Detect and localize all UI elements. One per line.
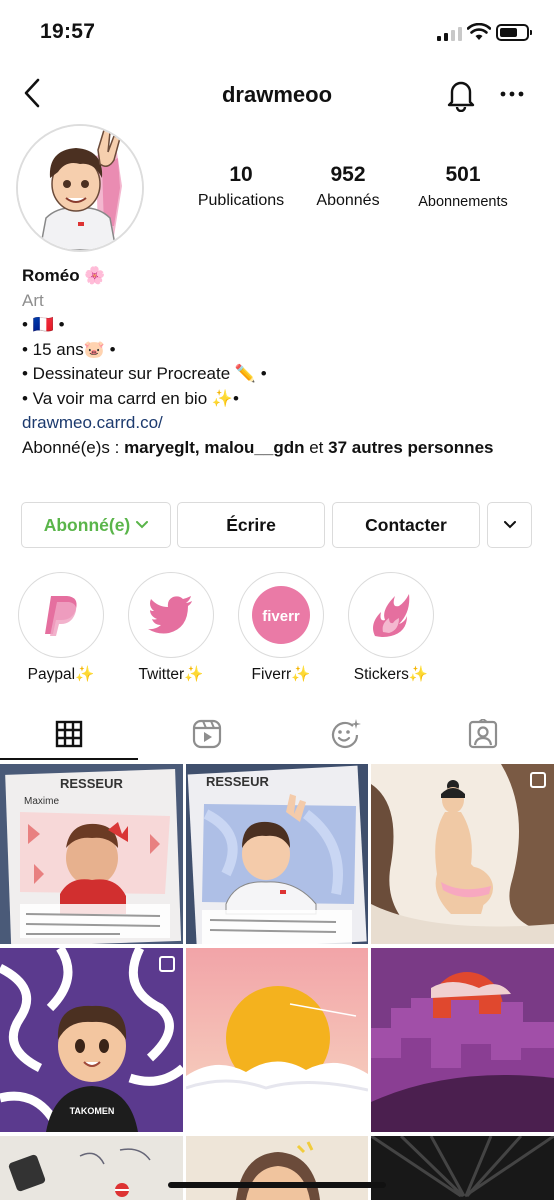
following-button[interactable]: Abonné(e) — [21, 502, 171, 548]
highlight-circle — [128, 572, 214, 658]
active-tab-indicator — [0, 758, 138, 760]
following-button-label: Abonné(e) — [43, 514, 131, 535]
post-thumbnail[interactable] — [371, 948, 554, 1132]
status-bar: 19:57 — [0, 0, 554, 64]
post-thumbnail[interactable]: RESSEUR Maxime — [0, 764, 183, 944]
following-count[interactable]: 501 Abonnements — [400, 163, 526, 210]
fire-icon — [373, 594, 410, 637]
wifi-icon — [467, 23, 491, 40]
chevron-down-icon — [136, 521, 149, 529]
highlight-label-text: Stickers — [353, 666, 409, 683]
tab-tagged[interactable] — [414, 708, 552, 760]
bell-icon[interactable] — [444, 76, 478, 112]
highlight-paypal[interactable]: Paypal✨ — [16, 572, 106, 684]
highlight-label: Stickers✨ — [346, 665, 436, 684]
story-highlights: Paypal✨ Twitter✨ fiverr Fiverr✨ Stickers… — [0, 572, 554, 687]
highlight-label-text: Twitter — [138, 666, 185, 683]
following-count-value: 501 — [445, 163, 481, 186]
post-thumbnail[interactable]: TAKOMEN — [0, 948, 183, 1132]
posts-count-label: Publications — [197, 192, 285, 209]
profile-tabs — [0, 708, 554, 760]
followed-by-users: maryeglt, malou__gdn — [124, 437, 305, 457]
post-thumbnail[interactable] — [371, 1136, 554, 1200]
profile-stats: 10 Publications 952 Abonnés 501 Abonneme… — [186, 163, 526, 210]
post-card-header: RESSEUR — [206, 774, 269, 789]
posts-count[interactable]: 10 Publications — [186, 163, 296, 210]
profile-bio: Roméo 🌸 Art • 🇫🇷 • • 15 ans🐷 • • Dessina… — [22, 264, 542, 460]
grid-icon — [55, 720, 83, 748]
highlight-stickers[interactable]: Stickers✨ — [346, 572, 436, 684]
highlight-circle — [348, 572, 434, 658]
highlight-label: Twitter✨ — [126, 665, 216, 684]
profile-header: drawmeoo — [0, 70, 554, 120]
highlight-circle — [18, 572, 104, 658]
post-card-header: RESSEUR — [60, 776, 123, 791]
suggested-accounts-button[interactable] — [487, 502, 532, 548]
bio-line: • 🇫🇷 • — [22, 315, 65, 334]
followers-count-label: Abonnés — [316, 192, 380, 209]
followers-count-value: 952 — [330, 163, 366, 186]
sparkle-emoji: ✨ — [291, 666, 311, 683]
multiple-posts-icon — [530, 772, 546, 788]
followed-by[interactable]: Abonné(e)s : maryeglt, malou__gdn et 37 … — [22, 436, 542, 461]
fiverr-logo-text: fiverr — [262, 608, 300, 625]
post-thumbnail[interactable] — [186, 1136, 368, 1200]
tab-grid[interactable] — [0, 708, 138, 760]
sparkle-emoji: ✨ — [184, 666, 204, 683]
reels-icon — [192, 719, 222, 749]
following-count-label: Abonnements — [418, 194, 508, 210]
sparkle-emoji: ✨ — [75, 666, 95, 683]
bio-line: • Va voir ma carrd en bio ✨• — [22, 388, 239, 408]
home-indicator — [168, 1182, 386, 1188]
signal-icon — [437, 26, 462, 41]
tab-effects[interactable] — [276, 708, 414, 760]
effects-icon — [331, 719, 361, 748]
contact-button[interactable]: Contacter — [332, 502, 480, 548]
followed-by-prefix: Abonné(e)s : — [22, 437, 125, 457]
highlight-circle: fiverr — [238, 572, 324, 658]
chevron-down-icon — [503, 521, 516, 529]
tab-reels[interactable] — [138, 708, 276, 760]
highlight-label-text: Fiverr — [251, 666, 292, 683]
post-thumbnail[interactable] — [0, 1136, 183, 1200]
bio-line: • 15 ans🐷 • — [22, 339, 116, 359]
followed-by-rest: 37 autres personnes — [328, 437, 494, 457]
post-thumbnail[interactable]: RESSEUR — [186, 764, 368, 944]
post-card-name: Maxime — [24, 796, 59, 807]
status-time: 19:57 — [40, 20, 96, 43]
more-options-icon[interactable] — [498, 80, 526, 108]
highlight-label: Fiverr✨ — [236, 665, 326, 684]
twitter-icon — [148, 596, 192, 634]
highlight-twitter[interactable]: Twitter✨ — [126, 572, 216, 684]
profile-display-name: Roméo 🌸 — [22, 266, 106, 285]
battery-icon — [496, 24, 532, 41]
followers-count[interactable]: 952 Abonnés — [296, 163, 400, 210]
bio-link[interactable]: drawmeo.carrd.co/ — [22, 411, 542, 436]
post-thumbnail[interactable] — [186, 948, 368, 1132]
post-shirt-text: TAKOMEN — [70, 1106, 115, 1116]
posts-grid: RESSEUR Maxime RESSEUR TAKOMEN — [0, 764, 554, 1200]
tagged-icon — [468, 719, 498, 749]
sparkle-emoji: ✨ — [408, 666, 429, 683]
fiverr-icon: fiverr — [252, 586, 310, 644]
post-thumbnail[interactable] — [371, 764, 554, 944]
profile-category: Art — [22, 290, 44, 310]
highlight-label: Paypal✨ — [16, 665, 106, 684]
multiple-posts-icon — [159, 956, 175, 972]
bio-line: • Dessinateur sur Procreate ✏️ • — [22, 364, 267, 383]
highlight-fiverr[interactable]: fiverr Fiverr✨ — [236, 572, 326, 684]
profile-avatar[interactable] — [16, 124, 144, 252]
posts-count-value: 10 — [229, 163, 253, 186]
highlight-label-text: Paypal — [27, 666, 76, 683]
message-button[interactable]: Écrire — [177, 502, 325, 548]
followed-by-and: et — [304, 437, 329, 457]
paypal-icon — [45, 596, 77, 636]
